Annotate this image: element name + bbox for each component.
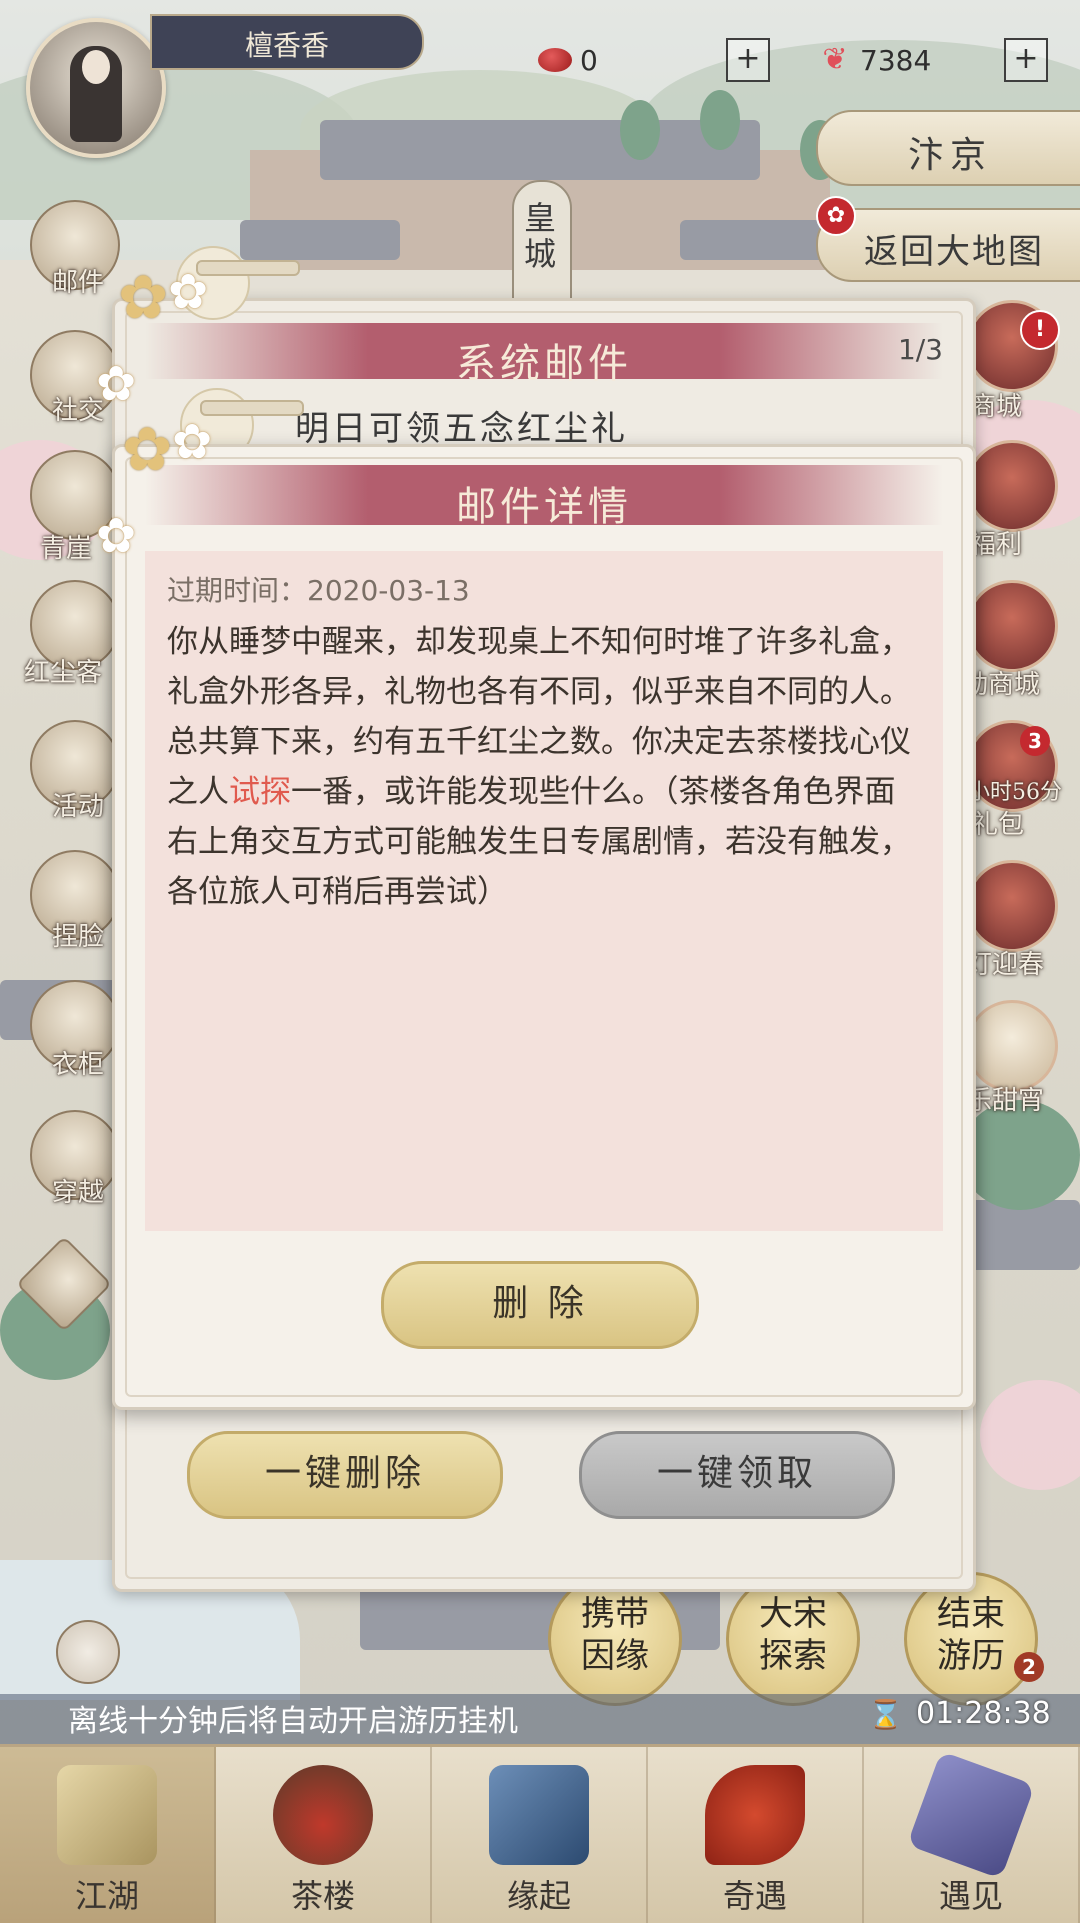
player-name: 檀香香: [244, 29, 329, 62]
right-menu-label: 乐甜宵: [966, 1086, 1045, 1116]
left-menu-label: 活动: [52, 792, 105, 822]
delete-button[interactable]: 删 除: [381, 1261, 699, 1349]
expire-line: 过期时间：2020-03-13: [167, 569, 470, 609]
mail-body-highlight: 试探: [229, 774, 291, 810]
nav-label: 缘起: [506, 1877, 571, 1915]
mail-page-indicator: 1/3: [897, 333, 943, 366]
flower-decoration-icon: ✿: [96, 508, 137, 564]
lantern-icon[interactable]: [966, 860, 1058, 952]
sweet-night-icon[interactable]: [966, 1000, 1058, 1092]
book-icon: [489, 1765, 589, 1865]
palace-sign-label: 皇城: [524, 199, 557, 273]
nav-label: 奇遇: [722, 1877, 787, 1915]
mail-content-box[interactable]: 过期时间：2020-03-13 你从睡梦中醒来，却发现桌上不知何时堆了许多礼盒，…: [145, 551, 943, 1231]
end-travel-label: 结束游历: [937, 1594, 1005, 1676]
gift-pack-badge: 3: [1020, 726, 1050, 756]
right-menu-label: 灯迎春: [966, 950, 1045, 980]
left-menu-label: 捏脸: [52, 922, 105, 952]
left-menu-label: 红尘客: [24, 658, 103, 688]
cloud-decoration: [196, 260, 300, 276]
song-explore-button[interactable]: 大宋探索: [726, 1572, 860, 1706]
left-menu-label: 穿越: [52, 1178, 105, 1208]
maple-leaf-icon: [705, 1765, 805, 1865]
bottom-navigation: 江湖 茶楼 缘起 奇遇 遇见: [0, 1744, 1080, 1923]
teacup-icon: [273, 1765, 373, 1865]
nav-origin[interactable]: 缘起: [432, 1747, 648, 1923]
flower-decoration-icon: ✿: [122, 415, 173, 485]
event-shop-icon[interactable]: [966, 580, 1058, 672]
add-butterfly-button[interactable]: +: [1004, 38, 1048, 82]
welfare-icon[interactable]: [966, 440, 1058, 532]
butterfly-resource: ❦ 7384: [818, 34, 931, 86]
mail-detail-title-bar: 邮件详情: [145, 465, 943, 530]
nav-label: 江湖: [74, 1877, 139, 1915]
system-mail-title-bar: 系统邮件: [145, 323, 943, 387]
end-travel-button[interactable]: 结束游历: [904, 1572, 1038, 1706]
player-name-plate: 檀香香: [150, 14, 424, 70]
carry-fate-button[interactable]: 携带因缘: [548, 1572, 682, 1706]
shop-alert-badge: !: [1020, 310, 1060, 350]
right-menu-label: 小时56分: [968, 780, 1062, 805]
return-label: 返回大地图: [864, 232, 1044, 272]
add-gem-button[interactable]: +: [726, 38, 770, 82]
nav-label: 遇见: [938, 1877, 1003, 1915]
nav-meet[interactable]: 遇见: [864, 1747, 1080, 1923]
right-menu-label: 商城: [970, 392, 1023, 422]
cloud-decoration: [200, 400, 304, 416]
gem-count: 0: [580, 43, 598, 77]
system-mail-title: 系统邮件: [456, 341, 632, 387]
nav-label: 茶楼: [290, 1877, 355, 1915]
mail-body-text: 你从睡梦中醒来，却发现桌上不知何时堆了许多礼盒，礼盒外形各异，礼物也各有不同，似…: [167, 617, 921, 917]
left-menu-label: 衣柜: [52, 1050, 105, 1080]
palace-sign[interactable]: 皇城: [512, 180, 572, 304]
city-label: 汴京: [908, 135, 993, 176]
map-scroll-icon: [57, 1765, 157, 1865]
no-entry-icon[interactable]: [56, 1620, 120, 1684]
flower-alert-icon: ✿: [816, 196, 856, 236]
right-menu-sublabel: 礼包: [972, 810, 1025, 840]
expire-date: 2020-03-13: [307, 574, 470, 607]
city-button[interactable]: 汴京: [816, 110, 1080, 186]
expire-label: 过期时间：: [167, 574, 308, 607]
flower-decoration-icon: ✿: [168, 264, 209, 320]
flower-decoration-icon: ✿: [118, 263, 169, 333]
hourglass-icon: ⌛: [868, 1698, 903, 1731]
red-gem-icon: [538, 48, 572, 72]
right-menu-label: 福利: [970, 530, 1023, 560]
nav-jianghu[interactable]: 江湖: [0, 1747, 216, 1923]
nav-teahouse[interactable]: 茶楼: [216, 1747, 432, 1923]
claim-all-button[interactable]: 一键领取: [579, 1431, 895, 1519]
flower-decoration-icon: ✿: [172, 414, 213, 470]
gem-resource: 0: [538, 34, 598, 86]
flower-decoration-icon: ✿: [96, 356, 137, 412]
mail-detail-panel: 邮件详情 过期时间：2020-03-13 你从睡梦中醒来，却发现桌上不知何时堆了…: [112, 444, 976, 1410]
mail-item-subject[interactable]: 明日可领五念红尘礼: [295, 401, 628, 450]
crystal-icon: [906, 1750, 1036, 1880]
nav-encounter[interactable]: 奇遇: [648, 1747, 864, 1923]
auto-travel-notice: 离线十分钟后将自动开启游历挂机: [68, 1704, 518, 1739]
butterfly-count: 7384: [860, 43, 932, 77]
song-explore-label: 大宋探索: [759, 1594, 827, 1676]
left-menu-label: 青崖: [40, 534, 93, 564]
travel-timer: 01:28:38: [916, 1696, 1051, 1731]
player-avatar[interactable]: [26, 18, 166, 158]
mail-detail-title: 邮件详情: [456, 484, 632, 530]
butterfly-icon: ❦: [822, 42, 848, 77]
end-travel-badge: 2: [1014, 1652, 1044, 1682]
delete-all-button[interactable]: 一键删除: [187, 1431, 503, 1519]
carry-fate-label: 携带因缘: [581, 1594, 649, 1676]
left-menu-label: 邮件: [52, 268, 105, 298]
